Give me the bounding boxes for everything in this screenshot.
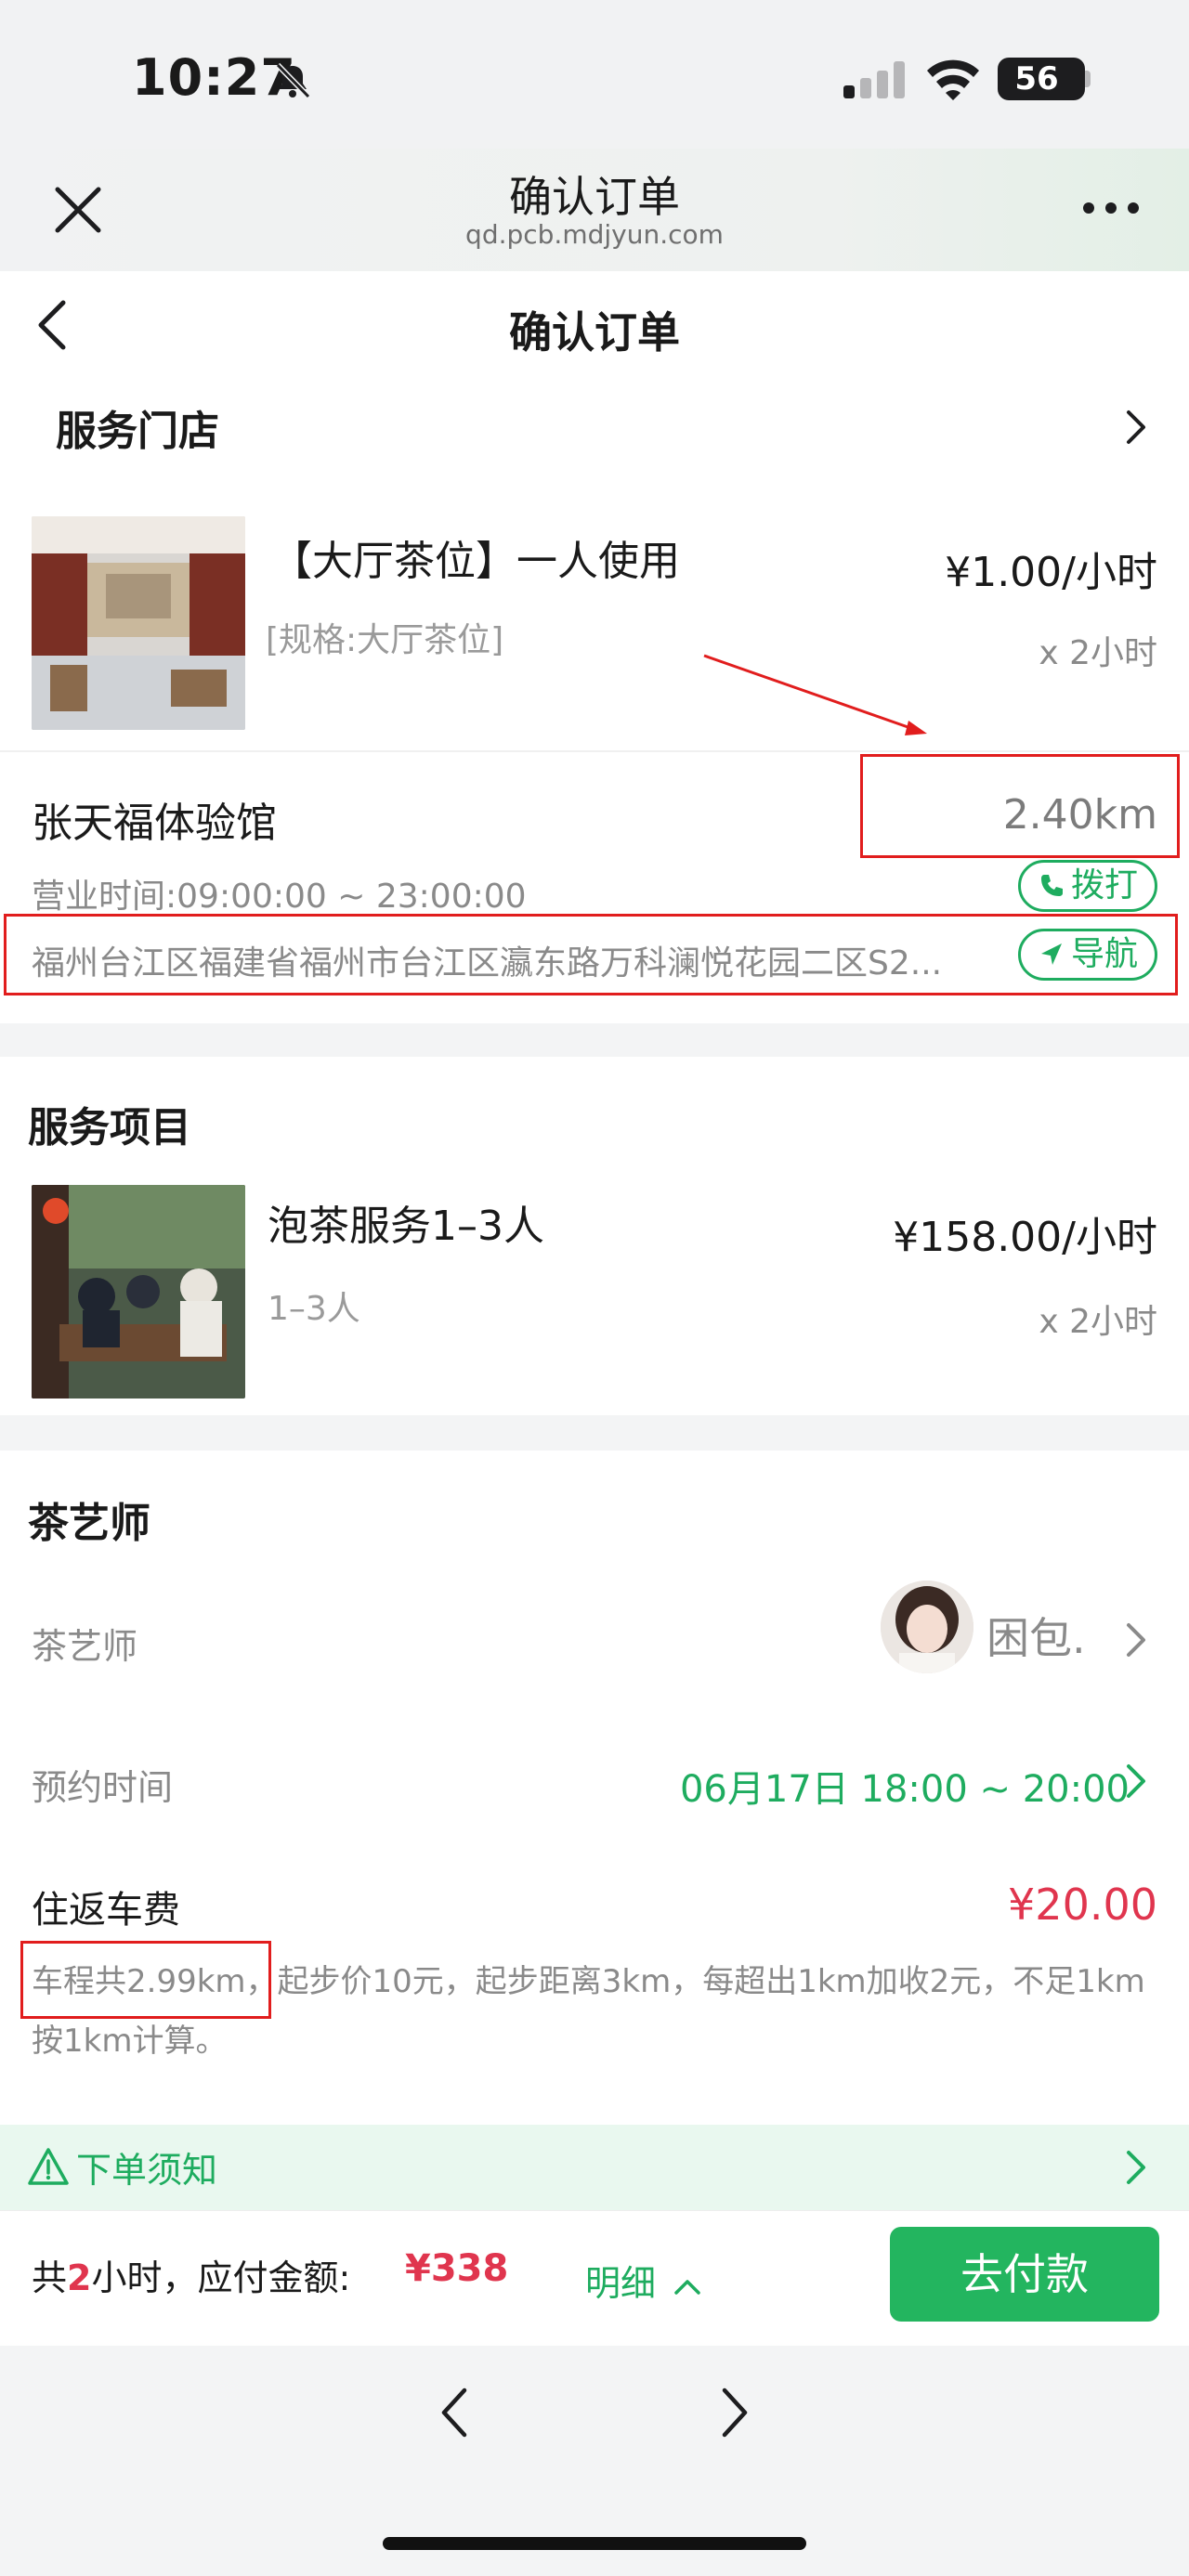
chevron-right-icon[interactable] [1124, 409, 1148, 446]
warning-icon [28, 2148, 69, 2185]
home-indicator[interactable] [383, 2537, 806, 2550]
tea-master-label: 茶艺师 [32, 1626, 138, 1667]
signal-icon [843, 61, 905, 98]
status-time: 10:27 [132, 48, 296, 107]
wifi-icon [927, 59, 979, 100]
product-qty: x 2小时 [1039, 634, 1157, 672]
chevron-right-icon[interactable] [1124, 2149, 1148, 2186]
total-amount: ¥338 [405, 2247, 509, 2290]
appointment-label: 预约时间 [32, 1767, 174, 1808]
battery-tip [1085, 71, 1091, 87]
detail-label: 明细 [585, 2263, 657, 2304]
annotation-box-distance [860, 754, 1180, 858]
appointment-time[interactable]: 06月17日 18:00 ~ 20:00 [680, 1759, 1130, 1813]
order-notice-label[interactable]: 下单须知 [76, 2141, 217, 2192]
store-section-title: 服务门店 [56, 408, 219, 455]
bell-muted-icon [275, 62, 311, 99]
service-qty: x 2小时 [1039, 1303, 1157, 1341]
call-button[interactable]: 拨打 [1018, 860, 1157, 912]
product-spec: [规格:大厅茶位] [266, 621, 504, 659]
chevron-right-icon[interactable] [1124, 1763, 1148, 1800]
tea-master-name[interactable]: 困包. [986, 1605, 1086, 1666]
battery-level: 56 [1014, 60, 1059, 98]
nav-forward-icon[interactable] [721, 2387, 749, 2439]
page-title: 确认订单 [509, 307, 680, 358]
chevron-right-icon[interactable] [1124, 1621, 1148, 1659]
total-prefix: 共 [32, 2257, 68, 2298]
phone-icon [1040, 875, 1063, 896]
store-name: 张天福体验馆 [32, 800, 277, 847]
nav-back-icon[interactable] [440, 2387, 468, 2439]
call-label: 拨打 [1070, 866, 1138, 904]
service-name: 泡茶服务1–3人 [268, 1203, 544, 1250]
battery-icon: 56 [998, 58, 1085, 100]
store-hours: 营业时间:09:00:00 ~ 23:00:00 [32, 878, 527, 916]
annotation-box-fare [20, 1941, 271, 2019]
divider [0, 750, 1189, 752]
avatar[interactable] [881, 1581, 973, 1673]
service-section-title: 服务项目 [28, 1104, 191, 1151]
annotation-box-address [4, 914, 1178, 995]
detail-toggle[interactable]: 明细 [585, 2255, 702, 2306]
product-price: ¥1.00/小时 [945, 549, 1157, 596]
more-icon[interactable] [1081, 199, 1141, 217]
browser-title: 确认订单 [509, 172, 680, 222]
total-summary: 共2小时，应付金额: [32, 2249, 350, 2300]
fare-label: 住返车费 [32, 1889, 180, 1932]
total-hours: 2 [67, 2257, 92, 2298]
total-suffix: 小时，应付金额: [91, 2257, 351, 2298]
tea-master-section-title: 茶艺师 [28, 1500, 150, 1547]
browser-url: qd.pcb.mdjyun.com [465, 219, 724, 250]
tea-room-image [32, 516, 245, 730]
pay-button[interactable]: 去付款 [890, 2227, 1159, 2322]
chevron-up-icon [674, 2279, 700, 2295]
fare-amount: ¥20.00 [1008, 1880, 1157, 1930]
product-name: 【大厅茶位】一人使用 [271, 538, 680, 585]
service-price: ¥158.00/小时 [893, 1214, 1157, 1261]
service-spec: 1–3人 [268, 1290, 360, 1328]
tea-service-image [32, 1185, 245, 1399]
